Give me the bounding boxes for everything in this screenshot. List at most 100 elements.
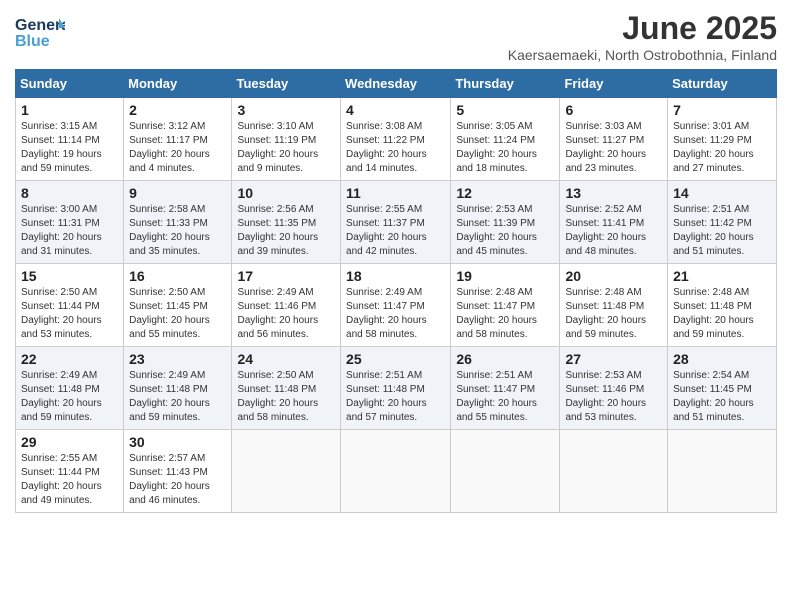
logo: General Blue: [15, 10, 65, 55]
day-number: 16: [129, 268, 226, 284]
day-cell-3: 3 Sunrise: 3:10 AM Sunset: 11:19 PM Dayl…: [232, 98, 341, 181]
day-info: Sunrise: 2:50 AM Sunset: 11:44 PM Daylig…: [21, 286, 118, 342]
day-info: Sunrise: 2:49 AM Sunset: 11:46 PM Daylig…: [237, 286, 335, 342]
day-cell-20: 20 Sunrise: 2:48 AM Sunset: 11:48 PM Day…: [560, 264, 668, 347]
calendar-table: Sunday Monday Tuesday Wednesday Thursday…: [15, 69, 777, 513]
empty-cell: [341, 430, 451, 513]
day-number: 30: [129, 434, 226, 450]
day-cell-18: 18 Sunrise: 2:49 AM Sunset: 11:47 PM Day…: [341, 264, 451, 347]
day-info: Sunrise: 2:52 AM Sunset: 11:41 PM Daylig…: [565, 203, 662, 259]
day-number: 20: [565, 268, 662, 284]
day-number: 9: [129, 185, 226, 201]
col-monday: Monday: [124, 70, 232, 98]
day-info: Sunrise: 2:50 AM Sunset: 11:48 PM Daylig…: [237, 369, 335, 425]
day-info: Sunrise: 2:49 AM Sunset: 11:48 PM Daylig…: [21, 369, 118, 425]
day-number: 21: [673, 268, 771, 284]
day-cell-4: 4 Sunrise: 3:08 AM Sunset: 11:22 PM Dayl…: [341, 98, 451, 181]
day-cell-9: 9 Sunrise: 2:58 AM Sunset: 11:33 PM Dayl…: [124, 181, 232, 264]
week-row-4: 22 Sunrise: 2:49 AM Sunset: 11:48 PM Day…: [16, 347, 777, 430]
day-number: 5: [456, 102, 554, 118]
day-info: Sunrise: 2:48 AM Sunset: 11:47 PM Daylig…: [456, 286, 554, 342]
day-cell-16: 16 Sunrise: 2:50 AM Sunset: 11:45 PM Day…: [124, 264, 232, 347]
day-cell-5: 5 Sunrise: 3:05 AM Sunset: 11:24 PM Dayl…: [451, 98, 560, 181]
day-number: 1: [21, 102, 118, 118]
day-info: Sunrise: 3:12 AM Sunset: 11:17 PM Daylig…: [129, 120, 226, 176]
day-cell-30: 30 Sunrise: 2:57 AM Sunset: 11:43 PM Day…: [124, 430, 232, 513]
day-info: Sunrise: 2:48 AM Sunset: 11:48 PM Daylig…: [673, 286, 771, 342]
day-number: 17: [237, 268, 335, 284]
col-friday: Friday: [560, 70, 668, 98]
day-number: 2: [129, 102, 226, 118]
day-info: Sunrise: 3:01 AM Sunset: 11:29 PM Daylig…: [673, 120, 771, 176]
day-info: Sunrise: 3:03 AM Sunset: 11:27 PM Daylig…: [565, 120, 662, 176]
day-number: 4: [346, 102, 445, 118]
day-info: Sunrise: 3:00 AM Sunset: 11:31 PM Daylig…: [21, 203, 118, 259]
day-number: 10: [237, 185, 335, 201]
day-info: Sunrise: 2:53 AM Sunset: 11:46 PM Daylig…: [565, 369, 662, 425]
empty-cell: [668, 430, 777, 513]
col-saturday: Saturday: [668, 70, 777, 98]
day-number: 7: [673, 102, 771, 118]
day-info: Sunrise: 2:58 AM Sunset: 11:33 PM Daylig…: [129, 203, 226, 259]
day-info: Sunrise: 2:49 AM Sunset: 11:48 PM Daylig…: [129, 369, 226, 425]
svg-text:General: General: [15, 17, 65, 34]
day-info: Sunrise: 2:54 AM Sunset: 11:45 PM Daylig…: [673, 369, 771, 425]
day-cell-6: 6 Sunrise: 3:03 AM Sunset: 11:27 PM Dayl…: [560, 98, 668, 181]
day-cell-26: 26 Sunrise: 2:51 AM Sunset: 11:47 PM Day…: [451, 347, 560, 430]
day-cell-13: 13 Sunrise: 2:52 AM Sunset: 11:41 PM Day…: [560, 181, 668, 264]
day-number: 29: [21, 434, 118, 450]
day-number: 25: [346, 351, 445, 367]
day-info: Sunrise: 3:05 AM Sunset: 11:24 PM Daylig…: [456, 120, 554, 176]
day-info: Sunrise: 2:57 AM Sunset: 11:43 PM Daylig…: [129, 452, 226, 508]
day-number: 24: [237, 351, 335, 367]
day-info: Sunrise: 3:08 AM Sunset: 11:22 PM Daylig…: [346, 120, 445, 176]
day-info: Sunrise: 2:51 AM Sunset: 11:42 PM Daylig…: [673, 203, 771, 259]
day-number: 15: [21, 268, 118, 284]
day-cell-17: 17 Sunrise: 2:49 AM Sunset: 11:46 PM Day…: [232, 264, 341, 347]
col-sunday: Sunday: [16, 70, 124, 98]
page-header: General Blue June 2025 Kaersaemaeki, Nor…: [15, 10, 777, 63]
day-number: 12: [456, 185, 554, 201]
day-number: 14: [673, 185, 771, 201]
empty-cell: [560, 430, 668, 513]
empty-cell: [232, 430, 341, 513]
day-number: 3: [237, 102, 335, 118]
location-subtitle: Kaersaemaeki, North Ostrobothnia, Finlan…: [508, 47, 777, 63]
day-cell-11: 11 Sunrise: 2:55 AM Sunset: 11:37 PM Day…: [341, 181, 451, 264]
logo-icon: General Blue: [15, 10, 65, 55]
day-cell-19: 19 Sunrise: 2:48 AM Sunset: 11:47 PM Day…: [451, 264, 560, 347]
week-row-1: 1 Sunrise: 3:15 AM Sunset: 11:14 PM Dayl…: [16, 98, 777, 181]
day-info: Sunrise: 3:15 AM Sunset: 11:14 PM Daylig…: [21, 120, 118, 176]
day-number: 27: [565, 351, 662, 367]
day-cell-29: 29 Sunrise: 2:55 AM Sunset: 11:44 PM Day…: [16, 430, 124, 513]
day-cell-14: 14 Sunrise: 2:51 AM Sunset: 11:42 PM Day…: [668, 181, 777, 264]
day-info: Sunrise: 2:49 AM Sunset: 11:47 PM Daylig…: [346, 286, 445, 342]
day-number: 6: [565, 102, 662, 118]
day-number: 19: [456, 268, 554, 284]
day-info: Sunrise: 2:48 AM Sunset: 11:48 PM Daylig…: [565, 286, 662, 342]
day-cell-7: 7 Sunrise: 3:01 AM Sunset: 11:29 PM Dayl…: [668, 98, 777, 181]
day-number: 28: [673, 351, 771, 367]
day-info: Sunrise: 2:50 AM Sunset: 11:45 PM Daylig…: [129, 286, 226, 342]
day-number: 18: [346, 268, 445, 284]
day-cell-22: 22 Sunrise: 2:49 AM Sunset: 11:48 PM Day…: [16, 347, 124, 430]
day-cell-10: 10 Sunrise: 2:56 AM Sunset: 11:35 PM Day…: [232, 181, 341, 264]
day-info: Sunrise: 2:51 AM Sunset: 11:48 PM Daylig…: [346, 369, 445, 425]
title-block: June 2025 Kaersaemaeki, North Ostrobothn…: [508, 10, 777, 63]
week-row-2: 8 Sunrise: 3:00 AM Sunset: 11:31 PM Dayl…: [16, 181, 777, 264]
day-info: Sunrise: 2:53 AM Sunset: 11:39 PM Daylig…: [456, 203, 554, 259]
svg-text:Blue: Blue: [15, 33, 50, 50]
col-thursday: Thursday: [451, 70, 560, 98]
week-row-3: 15 Sunrise: 2:50 AM Sunset: 11:44 PM Day…: [16, 264, 777, 347]
header-row: Sunday Monday Tuesday Wednesday Thursday…: [16, 70, 777, 98]
day-cell-12: 12 Sunrise: 2:53 AM Sunset: 11:39 PM Day…: [451, 181, 560, 264]
day-cell-25: 25 Sunrise: 2:51 AM Sunset: 11:48 PM Day…: [341, 347, 451, 430]
day-info: Sunrise: 2:55 AM Sunset: 11:37 PM Daylig…: [346, 203, 445, 259]
day-cell-2: 2 Sunrise: 3:12 AM Sunset: 11:17 PM Dayl…: [124, 98, 232, 181]
day-info: Sunrise: 2:51 AM Sunset: 11:47 PM Daylig…: [456, 369, 554, 425]
day-number: 22: [21, 351, 118, 367]
empty-cell: [451, 430, 560, 513]
day-info: Sunrise: 2:56 AM Sunset: 11:35 PM Daylig…: [237, 203, 335, 259]
day-number: 26: [456, 351, 554, 367]
col-tuesday: Tuesday: [232, 70, 341, 98]
